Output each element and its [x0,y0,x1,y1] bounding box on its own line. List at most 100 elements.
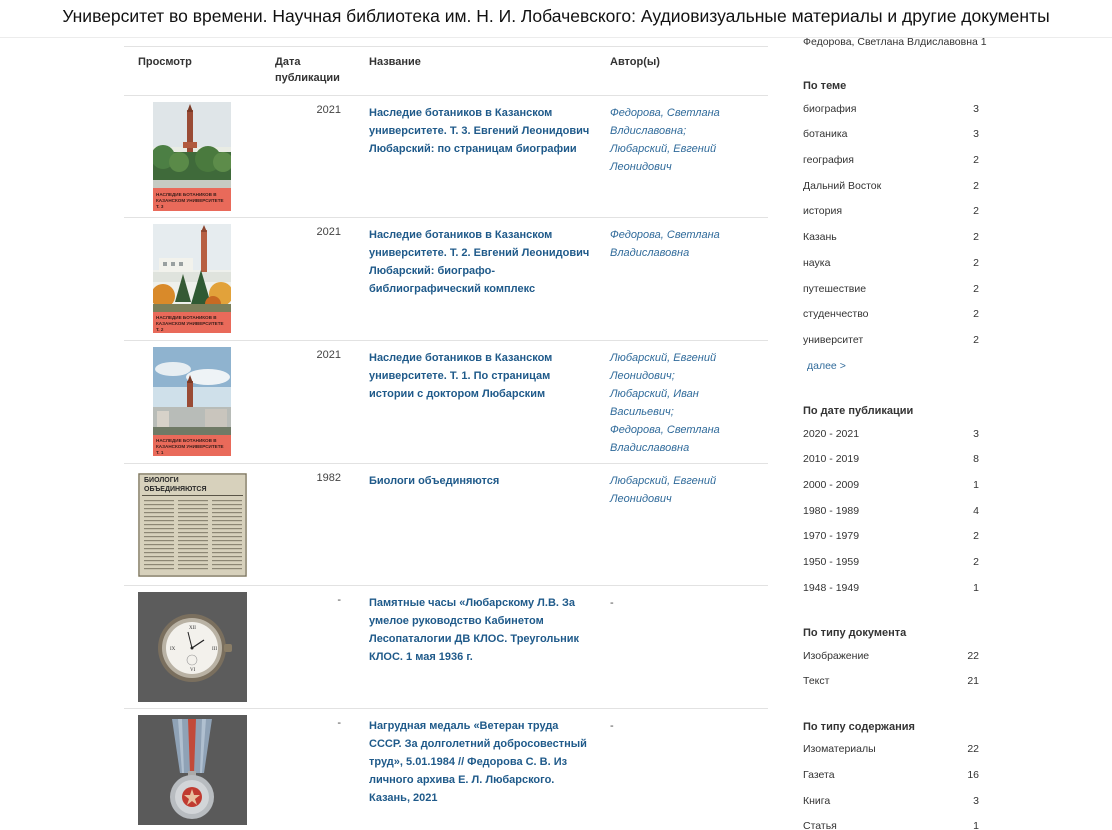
facet-item-subject[interactable]: география 2 [803,154,979,170]
facet-label: 1950 - 1959 [803,556,860,568]
facet-label: ботаника [803,128,848,140]
facet-label: Изоматериалы [803,743,876,755]
table-row: - Нагрудная медаль «Ветеран труда СССР. … [124,708,768,830]
item-title-link[interactable]: Наследие ботаников в Казанском университ… [369,349,591,403]
facet-count: 4 [973,505,979,517]
facet-item-content[interactable]: Изоматериалы 22 [803,743,979,759]
book-cover-thumbnail[interactable]: НАСЛЕДИЕ БОТАНИКОВ В КАЗАНСКОМ УНИВЕРСИТ… [153,347,231,456]
facet-item-date[interactable]: 2010 - 2019 8 [803,453,979,469]
facet-count: 2 [973,180,979,192]
author-link[interactable]: Федорова, Светлана Владиславовна [610,421,756,457]
facet-item-date[interactable]: 1980 - 1989 4 [803,505,979,521]
author-link[interactable]: Любарский, Евгений Леонидович; [610,349,756,385]
table-header: Просмотр Дата публикации Название Автор(… [124,50,768,96]
author-link[interactable]: Любарский, Иван Васильевич; [610,385,756,421]
facet-label: Книга [803,795,831,807]
newspaper-image: БИОЛОГИ ОБЪЕДИНЯЮТСЯ [138,473,247,577]
facet-item-subject[interactable]: история 2 [803,205,979,221]
facet-count: 2 [973,283,979,295]
author-link[interactable]: Федорова, Светлана Влдиславовна; [610,104,756,140]
book-cover-thumbnail[interactable]: НАСЛЕДИЕ БОТАНИКОВ В КАЗАНСКОМ УНИВЕРСИТ… [153,102,231,211]
table-top-border [124,46,768,47]
publication-year: 2021 [316,349,341,361]
cover-image-tom2: НАСЛЕДИЕ БОТАНИКОВ В КАЗАНСКОМ УНИВЕРСИТ… [153,224,231,333]
facet-count: 1 [973,820,979,830]
medal-image [138,715,247,825]
svg-text:КАЗАНСКОМ УНИВЕРСИТЕТЕ: КАЗАНСКОМ УНИВЕРСИТЕТЕ [156,321,224,326]
facet-item-subject[interactable]: университет 2 [803,334,979,350]
facet-label: география [803,154,854,166]
author-link[interactable]: Любарский, Евгений Леонидович [610,140,756,176]
facet-item-subject[interactable]: Дальний Восток 2 [803,180,979,196]
facet-item-cut-off[interactable]: Федорова, Светлана Влдиславовна 1 [803,38,987,48]
facet-item-content[interactable]: Книга 3 [803,795,979,811]
facet-item-doctype[interactable]: Изображение 22 [803,650,979,666]
facet-label: Текст [803,675,830,687]
item-authors: Федорова, Светлана Влдиславовна; Любарск… [610,104,756,176]
cover-text: НАСЛЕДИЕ БОТАНИКОВ В [156,438,217,443]
item-title-link[interactable]: Наследие ботаников в Казанском университ… [369,226,591,298]
facet-item-content[interactable]: Газета 16 [803,769,979,785]
facet-item-subject[interactable]: биография 3 [803,103,979,119]
column-header-preview: Просмотр [138,56,192,68]
facet-item-content[interactable]: Статья 1 [803,820,979,830]
facet-item-date[interactable]: 1948 - 1949 1 [803,582,979,598]
column-header-authors[interactable]: Автор(ы) [610,54,660,70]
column-header-date[interactable]: Дата публикации [275,54,355,86]
facet-count: 2 [973,205,979,217]
facet-count: 2 [973,308,979,320]
facet-item-subject[interactable]: наука 2 [803,257,979,273]
facet-count: 2 [973,231,979,243]
book-cover-thumbnail[interactable]: НАСЛЕДИЕ БОТАНИКОВ В КАЗАНСКОМ УНИВЕРСИТ… [153,224,231,333]
facet-count: 1 [973,582,979,594]
item-title-link[interactable]: Наследие ботаников в Казанском университ… [369,104,591,158]
facet-count: 8 [973,453,979,465]
facet-label: Статья [803,820,837,830]
item-title-link[interactable]: Биологи объединяются [369,472,591,490]
facet-item-date[interactable]: 1950 - 1959 2 [803,556,979,572]
results-table: Просмотр Дата публикации Название Автор(… [124,38,768,830]
facet-item-subject[interactable]: ботаника 3 [803,128,979,144]
item-title-link[interactable]: Нагрудная медаль «Ветеран труда СССР. За… [369,717,591,807]
column-header-date-line2: публикации [275,72,340,84]
svg-text:КАЗАНСКОМ УНИВЕРСИТЕТЕ: КАЗАНСКОМ УНИВЕРСИТЕТЕ [156,444,224,449]
facet-count: 3 [973,128,979,140]
facet-sidebar: Федорова, Светлана Влдиславовна 1 По тем… [790,38,990,830]
facet-count: 16 [967,769,979,781]
pocket-watch-image: XII III VI IX [138,592,247,702]
pocket-watch-thumbnail[interactable]: XII III VI IX [138,592,247,702]
svg-text:КАЗАНСКОМ УНИВЕРСИТЕТЕ: КАЗАНСКОМ УНИВЕРСИТЕТЕ [156,198,224,203]
facet-item-subject[interactable]: путешествие 2 [803,283,979,299]
medal-thumbnail[interactable] [138,715,247,825]
svg-text:Т. 1: Т. 1 [156,450,164,455]
facet-heading-subject: По теме [803,80,847,92]
facet-item-date[interactable]: 2000 - 2009 1 [803,479,979,495]
table-row: БИОЛОГИ ОБЪЕДИНЯЮТСЯ 1982 Биологи объеди… [124,463,768,586]
svg-text:VI: VI [190,668,196,673]
column-header-date-line1: Дата [275,56,301,68]
publication-year: 2021 [316,104,341,116]
facet-item-subject[interactable]: студенчество 2 [803,308,979,324]
facet-item-doctype[interactable]: Текст 21 [803,675,979,691]
item-authors: Любарский, Евгений Леонидович [610,472,756,508]
facet-item-date[interactable]: 2020 - 2021 3 [803,428,979,444]
facet-label: 1980 - 1989 [803,505,860,517]
svg-text:XII: XII [189,626,196,631]
newspaper-thumbnail[interactable]: БИОЛОГИ ОБЪЕДИНЯЮТСЯ [138,473,247,577]
column-header-title[interactable]: Название [369,54,421,70]
item-title-link[interactable]: Памятные часы «Любарскому Л.В. За умелое… [369,594,591,666]
facet-count: 21 [967,675,979,687]
publication-year: 1982 [316,472,341,484]
facet-more-link[interactable]: далее > [807,360,846,372]
svg-text:ОБЪЕДИНЯЮТСЯ: ОБЪЕДИНЯЮТСЯ [144,486,206,493]
facet-item-subject[interactable]: Казань 2 [803,231,979,247]
facet-label: Газета [803,769,835,781]
facet-label: Изображение [803,650,870,662]
facet-label: путешествие [803,283,867,295]
facet-label: 2000 - 2009 [803,479,860,491]
facet-label: Казань [803,231,837,243]
author-link[interactable]: Любарский, Евгений Леонидович [610,472,756,508]
table-row: НАСЛЕДИЕ БОТАНИКОВ В КАЗАНСКОМ УНИВЕРСИТ… [124,340,768,463]
author-link[interactable]: Федорова, Светлана Владиславовна [610,226,756,262]
facet-item-date[interactable]: 1970 - 1979 2 [803,530,979,546]
